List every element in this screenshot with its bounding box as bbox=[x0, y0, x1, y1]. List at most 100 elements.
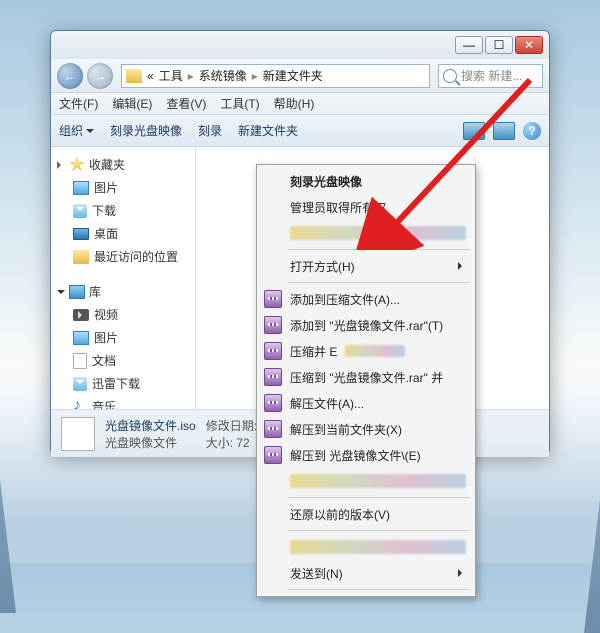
rar-icon bbox=[264, 446, 282, 464]
blank-icon bbox=[264, 505, 282, 523]
sidebar-item-recent[interactable]: 最近访问的位置 bbox=[55, 245, 191, 268]
context-separator bbox=[288, 249, 470, 250]
desktop-icon bbox=[73, 228, 89, 240]
sidebar-item-music[interactable]: ♪音乐 bbox=[55, 395, 191, 409]
sidebar-item-documents[interactable]: 文档 bbox=[55, 349, 191, 372]
blank-icon bbox=[264, 172, 282, 190]
music-icon: ♪ bbox=[73, 399, 87, 410]
context-separator bbox=[288, 497, 470, 498]
breadcrumb-item[interactable]: 系统镜像 bbox=[199, 67, 247, 84]
size-value: 72 bbox=[236, 436, 249, 450]
context-item[interactable]: 刻录光盘映像 bbox=[260, 168, 472, 194]
favorites-group[interactable]: 收藏夹 bbox=[55, 153, 191, 176]
blank-icon bbox=[264, 198, 282, 216]
file-name: 光盘镜像文件.iso bbox=[105, 417, 196, 434]
nav-bar: ← → « 工具 ▸ 系统镜像 ▸ 新建文件夹 搜索 新建... bbox=[51, 59, 549, 93]
context-item-label: 压缩并 E bbox=[290, 343, 337, 360]
libraries-label: 库 bbox=[89, 283, 101, 300]
nav-pane: 收藏夹 图片 下载 桌面 最近访问的位置 库 视频 图片 文档 迅雷下载 ♪音乐 bbox=[51, 147, 196, 409]
sidebar-item-thunder[interactable]: 迅雷下载 bbox=[55, 372, 191, 395]
blank-icon bbox=[264, 564, 282, 582]
sidebar-item-videos[interactable]: 视频 bbox=[55, 303, 191, 326]
size-label: 大小: bbox=[206, 436, 233, 450]
maximize-button[interactable]: ☐ bbox=[485, 36, 513, 54]
downloads-icon bbox=[73, 377, 87, 391]
address-bar[interactable]: « 工具 ▸ 系统镜像 ▸ 新建文件夹 bbox=[121, 64, 430, 88]
rar-icon bbox=[264, 316, 282, 334]
context-item-redacted[interactable] bbox=[260, 220, 472, 246]
help-icon[interactable]: ? bbox=[523, 122, 541, 140]
blank-icon bbox=[264, 257, 282, 275]
sidebar-item-downloads[interactable]: 下载 bbox=[55, 199, 191, 222]
sidebar-item-pictures[interactable]: 图片 bbox=[55, 176, 191, 199]
menu-bar: 文件(F) 编辑(E) 查看(V) 工具(T) 帮助(H) bbox=[51, 93, 549, 115]
context-item-label: 添加到压缩文件(A)... bbox=[290, 291, 400, 308]
pictures-icon bbox=[73, 181, 89, 195]
context-item[interactable]: 解压到 光盘镜像文件\(E) bbox=[260, 442, 472, 468]
context-item-label: 解压到 光盘镜像文件\(E) bbox=[290, 447, 421, 464]
context-item[interactable]: 压缩并 E bbox=[260, 338, 472, 364]
libraries-group[interactable]: 库 bbox=[55, 280, 191, 303]
organize-button[interactable]: 组织 bbox=[59, 122, 94, 139]
minimize-button[interactable]: — bbox=[455, 36, 483, 54]
forward-button[interactable]: → bbox=[87, 63, 113, 89]
breadcrumb-item[interactable]: 工具 bbox=[159, 67, 183, 84]
pictures-icon bbox=[73, 331, 89, 345]
rar-icon bbox=[264, 368, 282, 386]
menu-help[interactable]: 帮助(H) bbox=[274, 95, 315, 112]
expand-icon bbox=[57, 161, 65, 169]
rar-icon bbox=[264, 290, 282, 308]
star-icon bbox=[69, 157, 85, 173]
search-box[interactable]: 搜索 新建... bbox=[438, 64, 543, 88]
context-item[interactable]: 发送到(N) bbox=[260, 560, 472, 586]
breadcrumb-sep: ▸ bbox=[252, 69, 258, 83]
search-placeholder: 搜索 新建... bbox=[461, 67, 522, 84]
sidebar-item-pictures[interactable]: 图片 bbox=[55, 326, 191, 349]
search-icon bbox=[443, 69, 457, 83]
menu-tools[interactable]: 工具(T) bbox=[220, 95, 259, 112]
preview-pane-button[interactable] bbox=[493, 122, 515, 140]
context-separator bbox=[288, 530, 470, 531]
document-icon bbox=[73, 353, 87, 369]
context-item-label: 发送到(N) bbox=[290, 565, 343, 582]
rar-icon bbox=[264, 394, 282, 412]
context-item-label: 添加到 "光盘镜像文件.rar"(T) bbox=[290, 317, 443, 334]
burn-button[interactable]: 刻录 bbox=[198, 122, 222, 139]
context-menu: 刻录光盘映像管理员取得所有权打开方式(H) 添加到压缩文件(A)... 添加到 "光… bbox=[256, 164, 476, 597]
file-type: 光盘映像文件 bbox=[105, 434, 196, 451]
back-button[interactable]: ← bbox=[57, 63, 83, 89]
burn-image-button[interactable]: 刻录光盘映像 bbox=[110, 122, 182, 139]
context-item[interactable]: 压缩到 "光盘镜像文件.rar" 并 bbox=[260, 364, 472, 390]
sidebar-item-desktop[interactable]: 桌面 bbox=[55, 222, 191, 245]
breadcrumb-item[interactable]: 新建文件夹 bbox=[263, 67, 323, 84]
context-item-label: 还原以前的版本(V) bbox=[290, 506, 390, 523]
context-item-label: 压缩到 "光盘镜像文件.rar" 并 bbox=[290, 369, 443, 386]
context-item[interactable]: 解压到当前文件夹(X) bbox=[260, 416, 472, 442]
context-item-label: 打开方式(H) bbox=[290, 258, 355, 275]
mod-date-label: 修改日期: bbox=[206, 419, 257, 433]
downloads-icon bbox=[73, 204, 87, 218]
context-item-redacted[interactable] bbox=[260, 468, 472, 494]
close-button[interactable]: ✕ bbox=[515, 36, 543, 54]
menu-file[interactable]: 文件(F) bbox=[59, 95, 98, 112]
view-options-button[interactable] bbox=[463, 122, 485, 140]
menu-edit[interactable]: 编辑(E) bbox=[112, 95, 152, 112]
context-item[interactable]: 添加到压缩文件(A)... bbox=[260, 286, 472, 312]
context-separator bbox=[288, 589, 470, 590]
context-item[interactable]: 添加到 "光盘镜像文件.rar"(T) bbox=[260, 312, 472, 338]
context-item-label: 解压文件(A)... bbox=[290, 395, 364, 412]
context-item-label: 解压到当前文件夹(X) bbox=[290, 421, 402, 438]
context-item[interactable]: 解压文件(A)... bbox=[260, 390, 472, 416]
new-folder-button[interactable]: 新建文件夹 bbox=[238, 122, 298, 139]
titlebar[interactable]: — ☐ ✕ bbox=[51, 31, 549, 59]
context-item-redacted[interactable] bbox=[260, 534, 472, 560]
context-item[interactable]: 还原以前的版本(V) bbox=[260, 501, 472, 527]
breadcrumb-sep: ▸ bbox=[188, 69, 194, 83]
video-icon bbox=[73, 309, 89, 321]
context-item[interactable]: 打开方式(H) bbox=[260, 253, 472, 279]
file-thumbnail bbox=[61, 417, 95, 451]
menu-view[interactable]: 查看(V) bbox=[166, 95, 206, 112]
context-item-label: 管理员取得所有权 bbox=[290, 199, 386, 216]
breadcrumb-prefix: « bbox=[147, 69, 154, 83]
context-item[interactable]: 管理员取得所有权 bbox=[260, 194, 472, 220]
